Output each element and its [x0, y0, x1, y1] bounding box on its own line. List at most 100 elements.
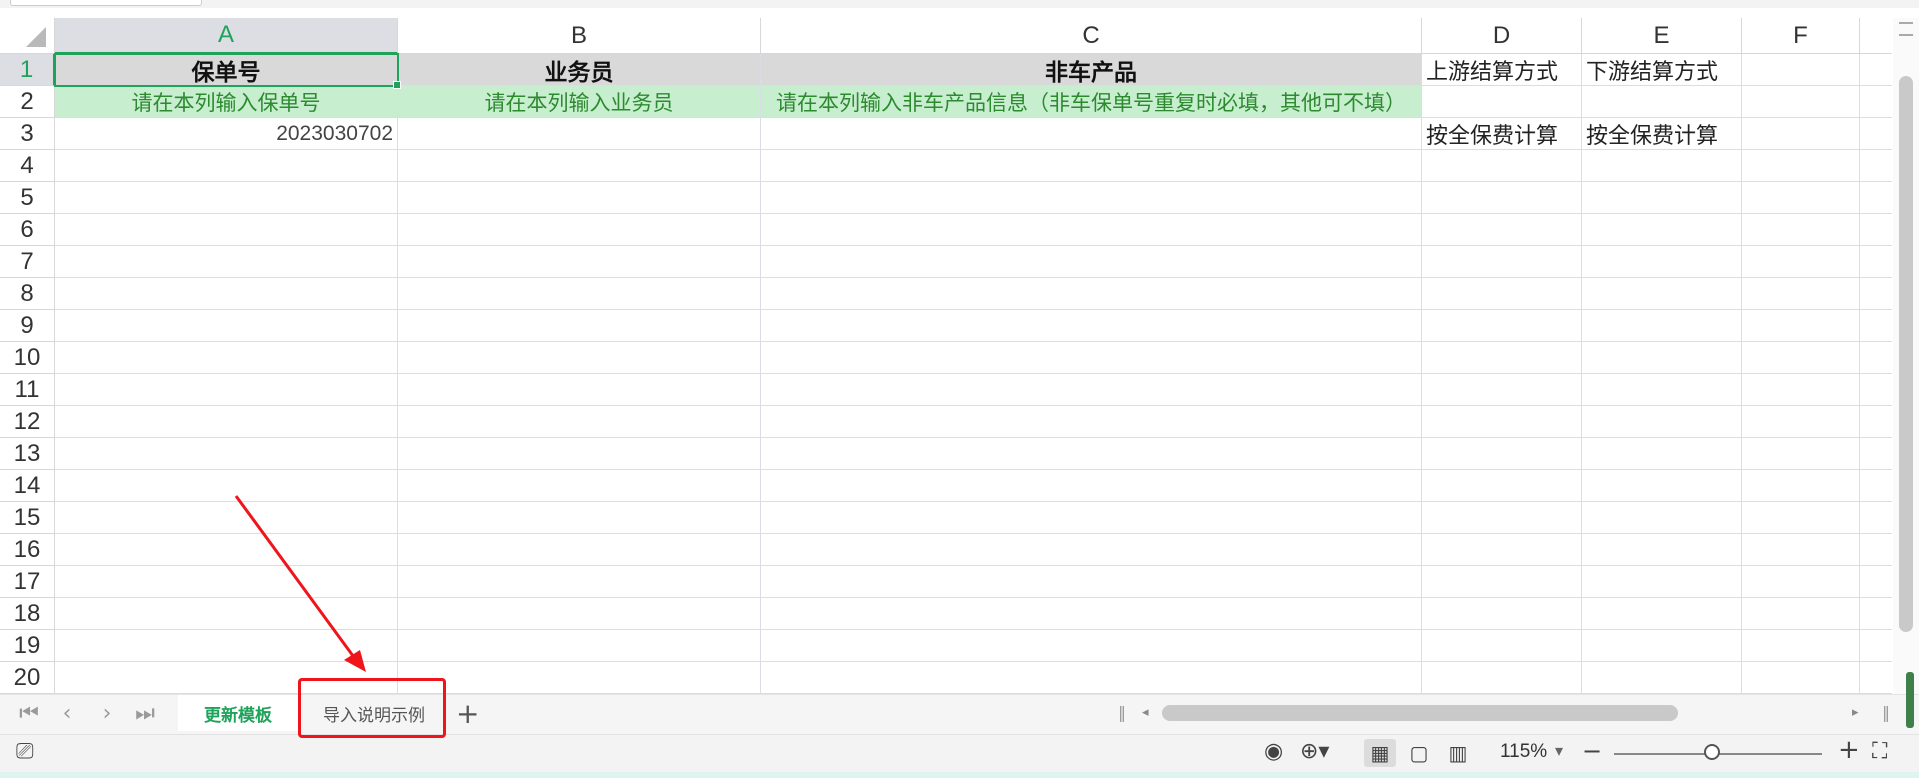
- empty-cell[interactable]: [1860, 214, 1892, 246]
- split-handle-icon[interactable]: [1899, 22, 1913, 36]
- empty-cell[interactable]: [1422, 598, 1582, 630]
- empty-cell[interactable]: [761, 566, 1422, 598]
- fullscreen-icon[interactable]: ⛶: [1872, 739, 1887, 764]
- next-sheet-icon[interactable]: ›: [94, 701, 120, 726]
- cell-c2[interactable]: 请在本列输入非车产品信息（非车保单号重复时必填，其他可不填）: [761, 86, 1422, 118]
- empty-cell[interactable]: [1742, 246, 1860, 278]
- empty-cell[interactable]: [55, 310, 398, 342]
- empty-cell[interactable]: [398, 566, 761, 598]
- empty-cell[interactable]: [1422, 310, 1582, 342]
- scroll-left-icon[interactable]: ◂: [1142, 705, 1149, 720]
- empty-cell[interactable]: [761, 502, 1422, 534]
- column-header-d[interactable]: D: [1422, 18, 1582, 54]
- cell-e1[interactable]: 下游结算方式: [1582, 54, 1742, 86]
- split-divider-icon[interactable]: ‖: [1118, 703, 1126, 722]
- empty-cell[interactable]: [398, 278, 761, 310]
- row-header-19[interactable]: 19: [0, 630, 55, 662]
- empty-cell[interactable]: [1582, 246, 1742, 278]
- vertical-scroll-thumb[interactable]: [1899, 76, 1913, 632]
- empty-cell[interactable]: [1742, 502, 1860, 534]
- empty-cell[interactable]: [1742, 470, 1860, 502]
- row-header-5[interactable]: 5: [0, 182, 55, 214]
- row-header-8[interactable]: 8: [0, 278, 55, 310]
- empty-cell[interactable]: [398, 214, 761, 246]
- empty-cell[interactable]: [761, 214, 1422, 246]
- empty-cell[interactable]: [398, 470, 761, 502]
- normal-view-icon[interactable]: ▦: [1364, 739, 1396, 767]
- empty-cell[interactable]: [1860, 150, 1892, 182]
- empty-cell[interactable]: [1742, 118, 1860, 150]
- horizontal-scrollbar[interactable]: ◂ ▸: [1140, 703, 1866, 723]
- cell-a2[interactable]: 请在本列输入保单号: [55, 86, 398, 118]
- empty-cell[interactable]: [761, 470, 1422, 502]
- empty-cell[interactable]: [55, 150, 398, 182]
- empty-cell[interactable]: [398, 150, 761, 182]
- empty-cell[interactable]: [1582, 374, 1742, 406]
- empty-cell[interactable]: [1860, 598, 1892, 630]
- row-header-7[interactable]: 7: [0, 246, 55, 278]
- row-header-1[interactable]: 1: [0, 54, 55, 86]
- empty-cell[interactable]: [1582, 470, 1742, 502]
- empty-cell[interactable]: [1860, 470, 1892, 502]
- column-header-e[interactable]: E: [1582, 18, 1742, 54]
- row-header-18[interactable]: 18: [0, 598, 55, 630]
- empty-cell[interactable]: [398, 374, 761, 406]
- empty-cell[interactable]: [1742, 662, 1860, 694]
- empty-cell[interactable]: [1582, 278, 1742, 310]
- empty-cell[interactable]: [761, 246, 1422, 278]
- empty-cell[interactable]: [761, 438, 1422, 470]
- cell-b2[interactable]: 请在本列输入业务员: [398, 86, 761, 118]
- empty-cell[interactable]: [1582, 502, 1742, 534]
- empty-cell[interactable]: [1860, 502, 1892, 534]
- empty-cell[interactable]: [55, 246, 398, 278]
- empty-cell[interactable]: [761, 278, 1422, 310]
- empty-cell[interactable]: [1422, 182, 1582, 214]
- empty-cell[interactable]: [1422, 150, 1582, 182]
- add-sheet-icon[interactable]: +: [456, 697, 479, 730]
- empty-cell[interactable]: [1742, 566, 1860, 598]
- empty-cell[interactable]: [761, 118, 1422, 150]
- row-header-3[interactable]: 3: [0, 118, 55, 150]
- empty-cell[interactable]: [55, 566, 398, 598]
- empty-cell[interactable]: [761, 406, 1422, 438]
- horizontal-scroll-thumb[interactable]: [1162, 705, 1678, 721]
- sheet-tab-update-template[interactable]: 更新模板: [178, 695, 298, 731]
- empty-cell[interactable]: [1422, 470, 1582, 502]
- cell-d3[interactable]: 按全保费计算: [1422, 118, 1582, 150]
- empty-cell[interactable]: [1582, 182, 1742, 214]
- zoom-slider-knob[interactable]: [1703, 744, 1720, 760]
- empty-cell[interactable]: [1742, 278, 1860, 310]
- empty-cell[interactable]: [761, 342, 1422, 374]
- cell-e3[interactable]: 按全保费计算: [1582, 118, 1742, 150]
- empty-cell[interactable]: [1742, 406, 1860, 438]
- empty-cell[interactable]: [1422, 406, 1582, 438]
- empty-cell[interactable]: [1860, 342, 1892, 374]
- prev-sheet-icon[interactable]: ‹: [54, 701, 80, 726]
- spreadsheet-grid[interactable]: A B C D E F 1 2 3 4 5 6 7 8 9 10 11 12 13 14 15 16 17 18 1…: [0, 18, 1892, 694]
- eye-protection-icon[interactable]: ◉: [1264, 739, 1283, 764]
- empty-cell[interactable]: [55, 182, 398, 214]
- empty-cell[interactable]: [55, 214, 398, 246]
- empty-cell[interactable]: [1860, 374, 1892, 406]
- empty-cell[interactable]: [761, 662, 1422, 694]
- column-header-b[interactable]: B: [398, 18, 761, 54]
- empty-cell[interactable]: [761, 630, 1422, 662]
- zoom-level[interactable]: 115%: [1500, 741, 1547, 763]
- empty-cell[interactable]: [1422, 374, 1582, 406]
- cell-c1[interactable]: 非车产品: [761, 54, 1422, 86]
- empty-cell[interactable]: [1582, 534, 1742, 566]
- select-all-corner[interactable]: [0, 18, 55, 54]
- row-header-17[interactable]: 17: [0, 566, 55, 598]
- empty-cell[interactable]: [55, 598, 398, 630]
- right-divider-icon[interactable]: ‖: [1882, 703, 1890, 722]
- empty-cell[interactable]: [398, 118, 761, 150]
- empty-cell[interactable]: [398, 598, 761, 630]
- row-header-9[interactable]: 9: [0, 310, 55, 342]
- cell-b1[interactable]: 业务员: [398, 54, 761, 86]
- column-header-f[interactable]: F: [1742, 18, 1860, 54]
- empty-cell[interactable]: [1582, 438, 1742, 470]
- empty-cell[interactable]: [1422, 502, 1582, 534]
- empty-cell[interactable]: [1422, 438, 1582, 470]
- column-header-g[interactable]: [1860, 18, 1892, 54]
- zoom-out-icon[interactable]: −: [1582, 737, 1602, 765]
